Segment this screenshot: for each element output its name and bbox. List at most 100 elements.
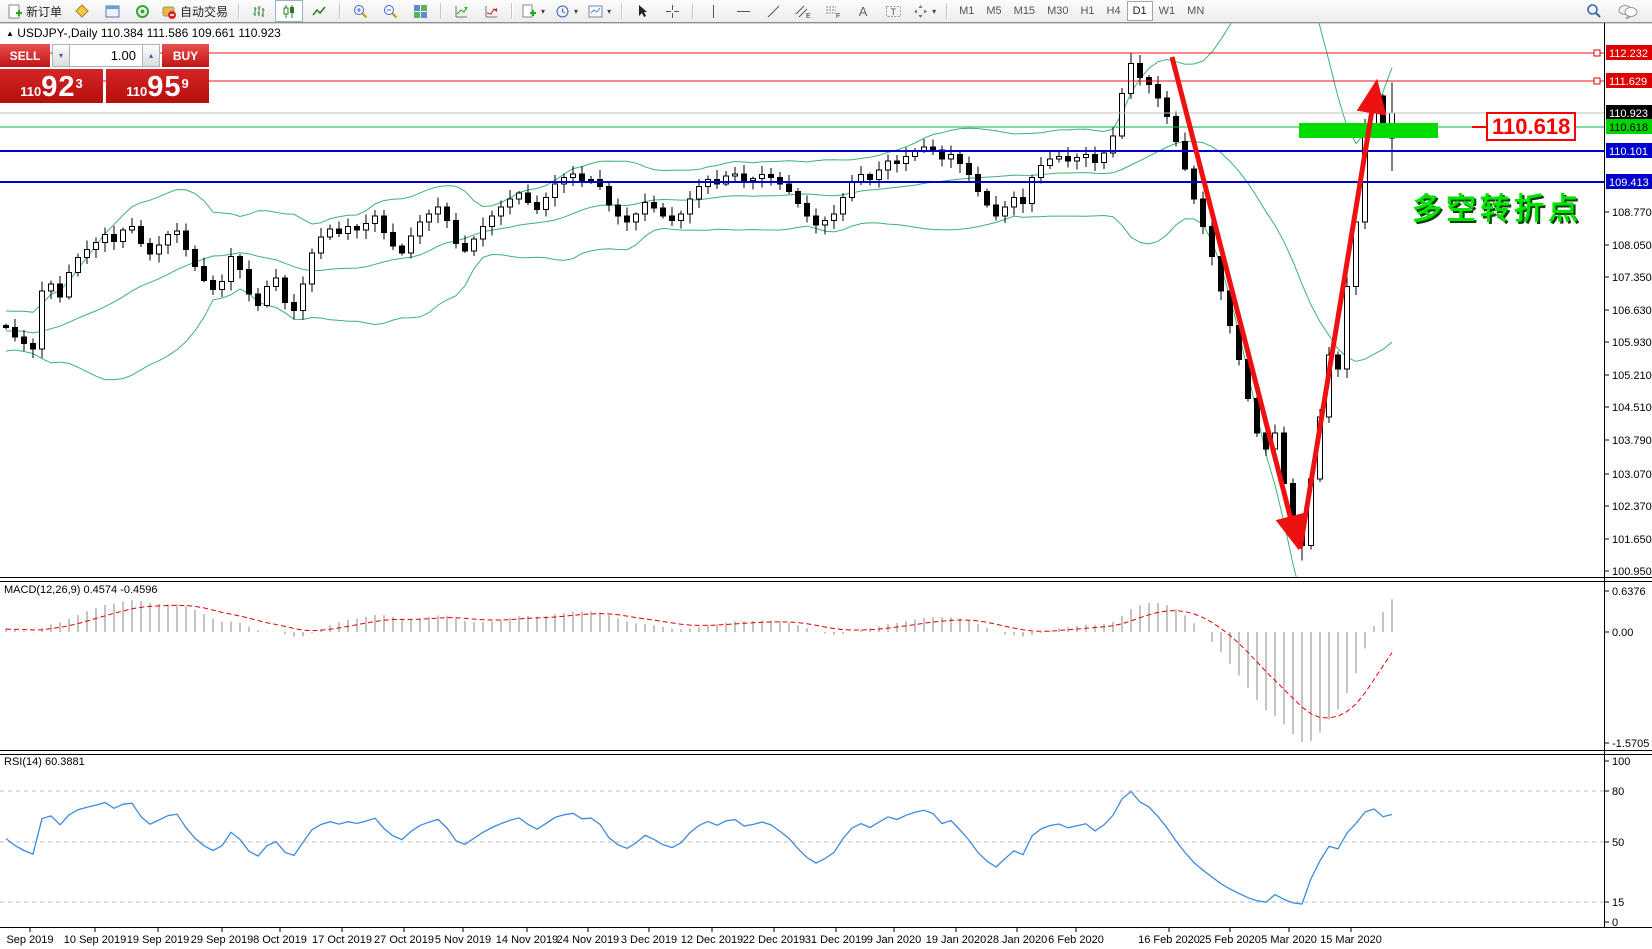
trendline-button[interactable] — [759, 0, 787, 22]
buy-button[interactable]: BUY — [162, 44, 209, 67]
volume-increase-button[interactable]: ▴ — [142, 44, 160, 67]
tile-windows-button[interactable] — [406, 0, 434, 22]
candle-body — [327, 228, 333, 238]
line-chart-button[interactable] — [305, 0, 333, 22]
price-level-badge-text: 112.232 — [1609, 48, 1648, 60]
candle-body — [219, 281, 225, 290]
candle-body — [489, 215, 495, 228]
dropdown-caret-icon: ▾ — [574, 6, 579, 16]
volume-input[interactable]: 1.00 — [70, 44, 142, 67]
macd-tick-label: 0.00 — [1612, 627, 1633, 639]
chart-background — [0, 0, 1652, 949]
timeframe-button-M5[interactable]: M5 — [980, 1, 1007, 21]
text-label-button[interactable]: T — [879, 0, 907, 22]
chart-surface[interactable]: 108.770 108.050 107.350 106.630 105.930 105.2… — [0, 0, 1652, 949]
date-label: 10 Sep 2019 — [64, 934, 126, 946]
candle-body — [579, 173, 585, 182]
zoom-out-button[interactable] — [376, 0, 404, 22]
market-watch-button[interactable] — [68, 0, 96, 22]
crosshair-button[interactable] — [658, 0, 686, 22]
chat-button[interactable] — [1614, 0, 1642, 22]
candle-body — [642, 201, 648, 215]
timeframe-button-MN[interactable]: MN — [1181, 1, 1210, 21]
candle-body — [147, 243, 153, 255]
new-order-button[interactable]: 新订单 — [4, 0, 66, 22]
candle-body — [750, 177, 756, 182]
price-tick-label: 103.070 — [1612, 469, 1652, 481]
templates-button[interactable]: ▾ — [518, 0, 549, 22]
equidistant-channel-button[interactable]: E — [789, 0, 817, 22]
candle-body — [390, 232, 396, 247]
date-label: 27 Oct 2019 — [374, 934, 434, 946]
candle-body — [588, 178, 594, 182]
candle-body — [516, 192, 522, 200]
candle-body — [102, 233, 108, 244]
timeframes-menu-button[interactable]: ▾ — [551, 0, 582, 22]
autotrading-button[interactable]: 自动交易 — [158, 0, 232, 22]
horizontal-line-button[interactable] — [729, 0, 757, 22]
candle-body — [678, 213, 684, 222]
timeframe-button-M30[interactable]: M30 — [1041, 1, 1074, 21]
timeframe-button-D1[interactable]: D1 — [1126, 1, 1153, 21]
zoom-in-button[interactable] — [346, 0, 374, 22]
add-indicator-button[interactable] — [477, 0, 505, 22]
timeframe-button-M15[interactable]: M15 — [1008, 1, 1041, 21]
candle-body — [282, 277, 288, 303]
price-tick-label: 104.510 — [1612, 402, 1652, 414]
candle-body — [984, 190, 990, 206]
timeframe-button-H4[interactable]: H4 — [1101, 1, 1127, 21]
chart-shift-button[interactable]: ▾ — [584, 0, 615, 22]
fibonacci-button[interactable]: F — [819, 0, 847, 22]
candle-body — [300, 283, 306, 312]
candle-body — [84, 249, 90, 258]
date-label: 24 Nov 2019 — [557, 934, 619, 946]
sell-price-display[interactable]: 110 92 3 — [0, 69, 103, 103]
bar-chart-button[interactable] — [245, 0, 273, 22]
candle-body — [21, 336, 27, 345]
date-label: Sep 2019 — [6, 934, 53, 946]
timeframe-button-H1[interactable]: H1 — [1074, 1, 1100, 21]
buy-price-display[interactable]: 110 95 9 — [106, 69, 209, 103]
candle-body — [246, 268, 252, 295]
signal-button[interactable] — [128, 0, 156, 22]
annotation-text: 多空转折点 — [1412, 193, 1582, 226]
sell-button[interactable]: SELL — [0, 44, 50, 67]
chart-symbol-period: USDJPY-,Daily — [17, 26, 98, 40]
text-button[interactable]: A — [849, 0, 877, 22]
candle-body — [534, 201, 540, 211]
indicators-icon — [455, 5, 467, 17]
candle-body — [480, 226, 486, 240]
dropdown-caret-icon: ▾ — [607, 6, 612, 16]
rsi-tick-label: 15 — [1612, 897, 1624, 909]
chat-icon — [1618, 5, 1638, 19]
candle-body — [993, 204, 999, 217]
vertical-line-button[interactable] — [699, 0, 727, 22]
candle-body — [354, 226, 360, 231]
volume-decrease-button[interactable]: ▾ — [52, 44, 70, 67]
candle-body — [138, 226, 144, 245]
candle-body — [30, 343, 36, 350]
chart-window-button[interactable] — [98, 0, 126, 22]
candle-body — [498, 206, 504, 217]
indicators-button[interactable] — [447, 0, 475, 22]
candle-body — [174, 230, 180, 235]
candle-body — [957, 154, 963, 165]
candle-body — [1173, 115, 1179, 143]
buy-price-sup: 9 — [181, 76, 189, 91]
cursor-button[interactable] — [628, 0, 656, 22]
timeframe-button-M1[interactable]: M1 — [953, 1, 980, 21]
search-button[interactable] — [1580, 0, 1608, 22]
candle-body — [876, 169, 882, 180]
toolbar-separator — [440, 3, 442, 19]
text-label-icon: T — [885, 5, 901, 17]
toolbar-separator — [511, 3, 513, 19]
date-label: 29 Sep 2019 — [191, 934, 253, 946]
candle-body — [795, 190, 801, 205]
candle-body — [156, 244, 162, 255]
timeframe-button-W1[interactable]: W1 — [1153, 1, 1182, 21]
candle-body — [399, 245, 405, 254]
candlestick-chart-button[interactable] — [275, 0, 304, 22]
arrows-button[interactable]: ▾ — [909, 0, 940, 22]
price-tick-label: 105.930 — [1612, 337, 1652, 349]
candle-body — [1038, 165, 1044, 178]
